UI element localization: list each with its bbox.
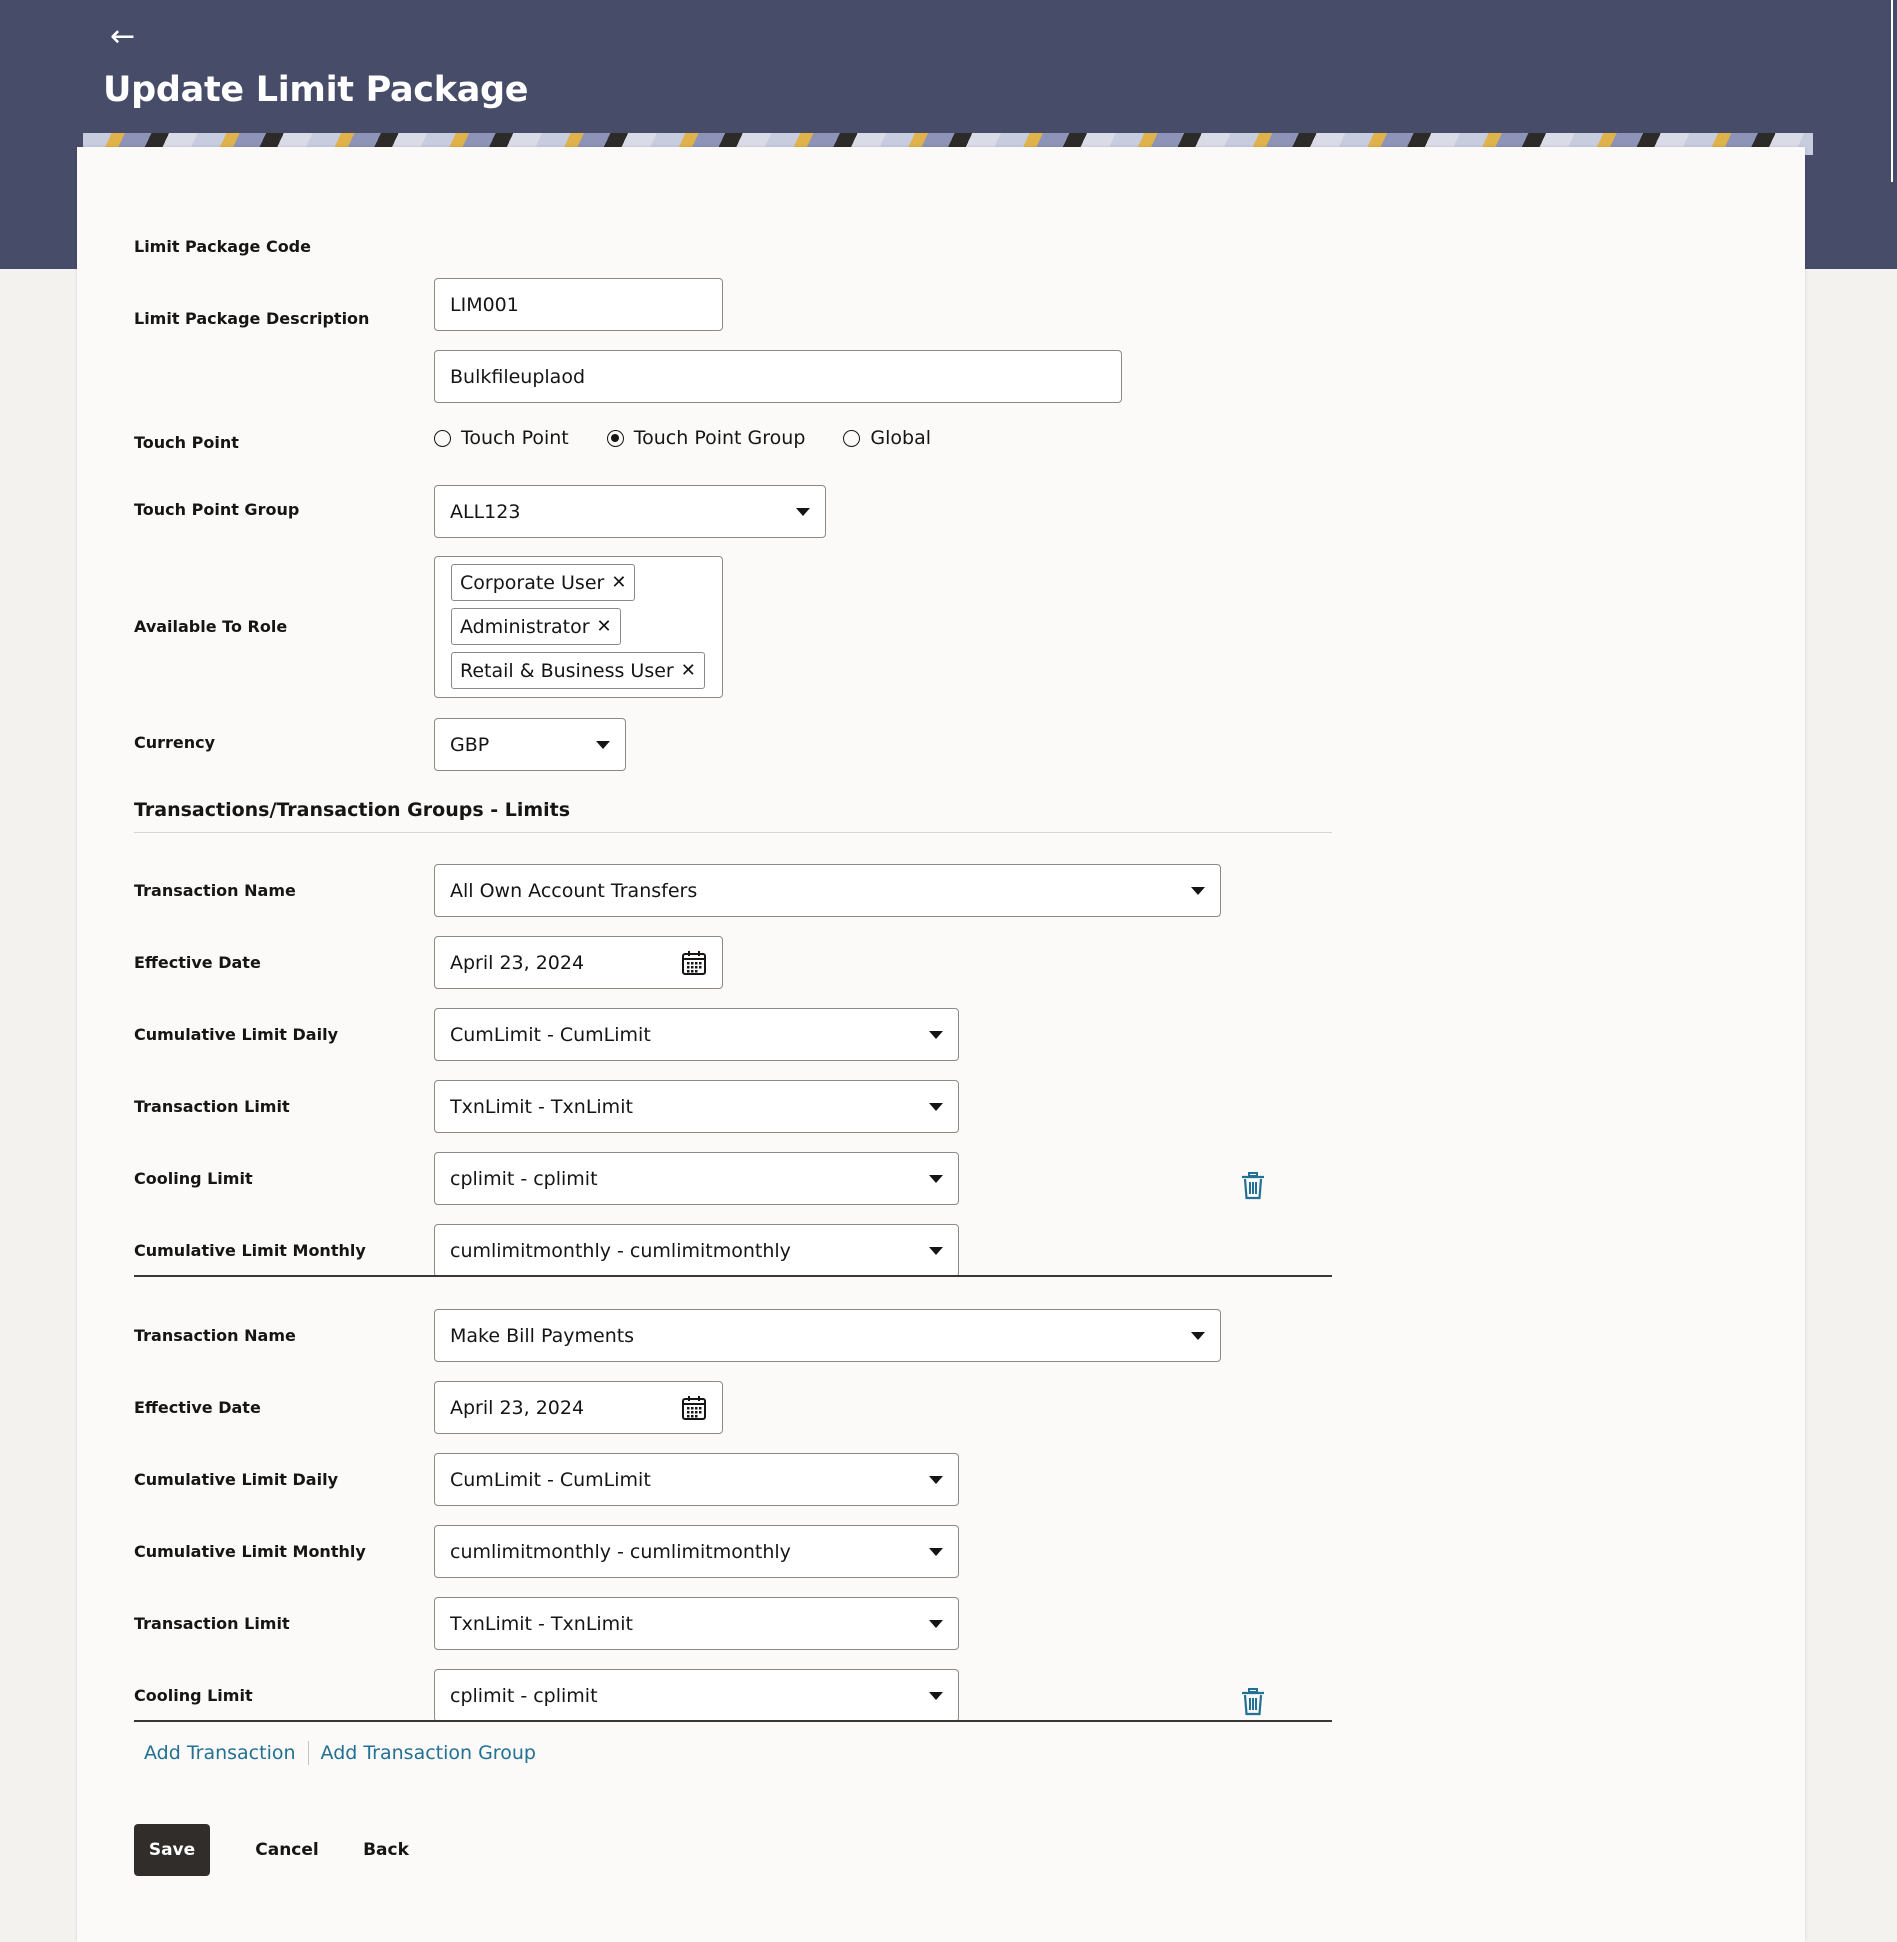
add-links: Add Transaction Add Transaction Group — [144, 1741, 536, 1765]
limit-package-code-input[interactable]: LIM001 — [434, 278, 723, 331]
cooling-limit-select[interactable]: cplimit - cplimit — [434, 1152, 959, 1205]
caret-down-icon — [929, 1174, 943, 1183]
trash-icon[interactable] — [1240, 1688, 1266, 1716]
transaction-divider — [134, 1275, 1332, 1277]
limit-package-description-input[interactable]: Bulkfileuplaod — [434, 350, 1122, 403]
effective-date-input[interactable]: April 23, 2024 — [434, 936, 723, 989]
transaction-name-label: Transaction Name — [134, 881, 296, 900]
transaction-limit-label: Transaction Limit — [134, 1097, 290, 1116]
trash-icon[interactable] — [1240, 1172, 1266, 1200]
limit-package-code-label: Limit Package Code — [134, 237, 311, 256]
caret-down-icon — [929, 1102, 943, 1111]
back-button[interactable]: Back — [353, 1824, 419, 1876]
add-transaction-link[interactable]: Add Transaction — [144, 1742, 296, 1764]
transaction-limit-label: Transaction Limit — [134, 1614, 290, 1633]
link-separator — [307, 1741, 309, 1765]
close-icon[interactable]: ✕ — [611, 572, 626, 593]
touch-point-label: Touch Point — [134, 433, 239, 452]
cumulative-limit-daily-select[interactable]: CumLimit - CumLimit — [434, 1008, 959, 1061]
cumulative-limit-monthly-select[interactable]: cumlimitmonthly - cumlimitmonthly — [434, 1224, 959, 1277]
cumulative-limit-monthly-label: Cumulative Limit Monthly — [134, 1241, 366, 1260]
caret-down-icon — [929, 1475, 943, 1484]
save-button[interactable]: Save — [134, 1824, 210, 1876]
transaction-name-select[interactable]: All Own Account Transfers — [434, 864, 1221, 917]
radio-circle-selected — [606, 429, 624, 447]
cancel-button[interactable]: Cancel — [249, 1824, 325, 1876]
cumulative-limit-daily-label: Cumulative Limit Daily — [134, 1025, 338, 1044]
touch-point-group-label: Touch Point Group — [134, 500, 300, 519]
caret-down-icon — [929, 1246, 943, 1255]
transaction-name-select[interactable]: Make Bill Payments — [434, 1309, 1221, 1362]
cooling-limit-label: Cooling Limit — [134, 1686, 253, 1705]
radio-circle — [434, 429, 451, 447]
calendar-icon[interactable] — [681, 1395, 707, 1421]
touch-point-radio-group: Touch Point Touch Point Group Global — [434, 427, 969, 449]
form-card: Limit Package Code LIM001 Limit Package … — [77, 147, 1805, 1942]
caret-down-icon — [929, 1619, 943, 1628]
transaction-divider — [134, 1720, 1332, 1722]
calendar-icon[interactable] — [681, 950, 707, 976]
caret-down-icon — [929, 1030, 943, 1039]
effective-date-input[interactable]: April 23, 2024 — [434, 1381, 723, 1434]
available-to-role-multiselect[interactable]: Corporate User ✕ Administrator ✕ Retail … — [434, 556, 723, 698]
radio-circle — [843, 429, 861, 447]
section-divider — [134, 832, 1332, 833]
available-to-role-label: Available To Role — [134, 617, 288, 636]
cooling-limit-select[interactable]: cplimit - cplimit — [434, 1669, 959, 1722]
cumulative-limit-daily-label: Cumulative Limit Daily — [134, 1470, 338, 1489]
caret-down-icon — [596, 740, 610, 749]
scrollbar-edge — [1891, 0, 1893, 182]
radio-touch-point[interactable]: Touch Point — [434, 427, 569, 449]
role-chip: Corporate User ✕ — [451, 564, 636, 601]
section-title: Transactions/Transaction Groups - Limits — [134, 799, 571, 821]
caret-down-icon — [1191, 1331, 1205, 1340]
caret-down-icon — [929, 1691, 943, 1700]
effective-date-label: Effective Date — [134, 953, 261, 972]
page-title: Update Limit Package — [103, 70, 529, 110]
cumulative-limit-monthly-select[interactable]: cumlimitmonthly - cumlimitmonthly — [434, 1525, 959, 1578]
close-icon[interactable]: ✕ — [681, 660, 696, 681]
transaction-name-label: Transaction Name — [134, 1326, 296, 1345]
effective-date-label: Effective Date — [134, 1398, 261, 1417]
touch-point-group-select[interactable]: ALL123 — [434, 485, 826, 538]
currency-select[interactable]: GBP — [434, 718, 626, 771]
transaction-limit-select[interactable]: TxnLimit - TxnLimit — [434, 1597, 959, 1650]
limit-package-description-label: Limit Package Description — [134, 309, 370, 328]
cumulative-limit-daily-select[interactable]: CumLimit - CumLimit — [434, 1453, 959, 1506]
transaction-limit-select[interactable]: TxnLimit - TxnLimit — [434, 1080, 959, 1133]
caret-down-icon — [796, 507, 810, 516]
caret-down-icon — [1191, 886, 1205, 895]
cumulative-limit-monthly-label: Cumulative Limit Monthly — [134, 1542, 366, 1561]
caret-down-icon — [929, 1547, 943, 1556]
close-icon[interactable]: ✕ — [597, 616, 612, 637]
add-transaction-group-link[interactable]: Add Transaction Group — [321, 1742, 536, 1764]
back-arrow-icon[interactable]: ← — [110, 22, 135, 52]
cooling-limit-label: Cooling Limit — [134, 1169, 253, 1188]
role-chip: Retail & Business User ✕ — [451, 652, 705, 689]
radio-touch-point-group[interactable]: Touch Point Group — [606, 427, 805, 449]
radio-global[interactable]: Global — [843, 427, 931, 449]
currency-label: Currency — [134, 733, 216, 752]
role-chip: Administrator ✕ — [451, 608, 621, 645]
